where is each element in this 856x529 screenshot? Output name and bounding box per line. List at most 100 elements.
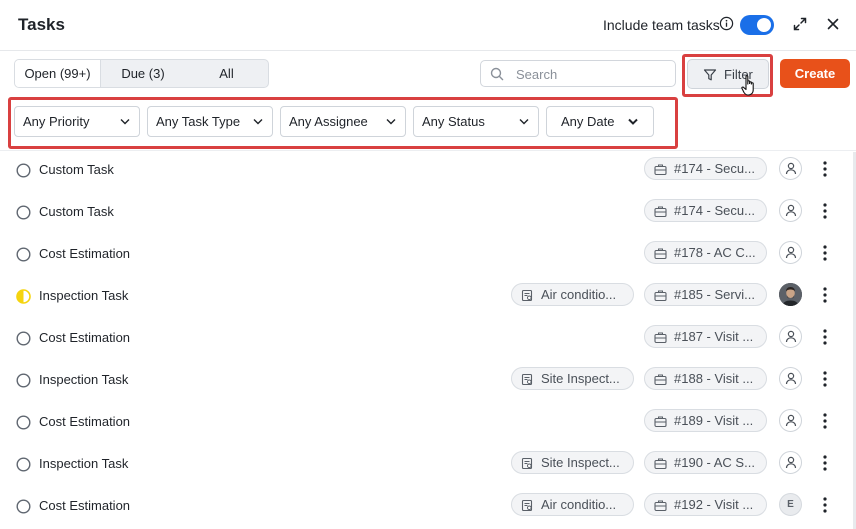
- user-icon: [785, 372, 797, 385]
- asset-chip[interactable]: Site Inspect...: [511, 451, 634, 474]
- search-placeholder: Search: [516, 67, 558, 82]
- status-circle-icon[interactable]: [16, 499, 31, 514]
- work-order-chip[interactable]: #174 - Secu...: [644, 199, 767, 222]
- work-order-chip[interactable]: #189 - Visit ...: [644, 409, 767, 432]
- briefcase-icon: [654, 500, 667, 512]
- status-circle-icon[interactable]: [16, 163, 31, 178]
- task-name: Custom Task: [39, 162, 114, 177]
- more-options-icon[interactable]: [818, 328, 832, 346]
- clipboard-search-icon: [521, 499, 533, 512]
- assignee-avatar[interactable]: [779, 451, 802, 474]
- work-order-chip[interactable]: #187 - Visit ...: [644, 325, 767, 348]
- assignee-avatar[interactable]: [779, 283, 802, 306]
- status-circle-icon[interactable]: [16, 331, 31, 346]
- assignee-avatar[interactable]: [779, 241, 802, 264]
- assignee-avatar[interactable]: [779, 367, 802, 390]
- expand-icon[interactable]: [792, 16, 808, 32]
- page-title: Tasks: [18, 15, 65, 34]
- more-options-icon[interactable]: [818, 160, 832, 178]
- work-order-chip[interactable]: #190 - AC S...: [644, 451, 767, 474]
- more-options-icon[interactable]: [818, 202, 832, 220]
- more-options-icon[interactable]: [818, 454, 832, 472]
- work-order-chip[interactable]: #192 - Visit ...: [644, 493, 767, 516]
- tab-due[interactable]: Due (3): [101, 60, 185, 87]
- task-row[interactable]: Custom Task #174 - Secu...: [0, 191, 856, 233]
- panel-header: Tasks Include team tasks: [0, 0, 856, 51]
- more-options-icon[interactable]: [818, 370, 832, 388]
- task-name: Custom Task: [39, 204, 114, 219]
- asset-chip-label: Site Inspect...: [541, 371, 620, 386]
- status-circle-icon[interactable]: [16, 247, 31, 262]
- assignee-avatar[interactable]: [779, 409, 802, 432]
- task-name: Cost Estimation: [39, 414, 131, 429]
- briefcase-icon: [654, 332, 667, 344]
- asset-chip-label: Site Inspect...: [541, 455, 620, 470]
- status-circle-icon[interactable]: [16, 415, 31, 430]
- search-icon: [490, 67, 504, 81]
- caret-down-icon: [628, 118, 638, 125]
- work-order-chip-label: #174 - Secu...: [674, 203, 755, 218]
- briefcase-icon: [654, 164, 667, 176]
- task-row[interactable]: Cost Estimation Air conditio... #192 - Vis…: [0, 485, 856, 527]
- toggle-knob: [757, 18, 771, 32]
- info-icon[interactable]: [719, 16, 734, 31]
- task-row[interactable]: Inspection Task Air conditio... #185 - Ser…: [0, 275, 856, 317]
- create-button[interactable]: Create: [780, 59, 850, 88]
- status-circle-icon[interactable]: [16, 205, 31, 220]
- briefcase-icon: [654, 458, 667, 470]
- team-tasks-label: Include team tasks: [603, 17, 720, 33]
- task-row[interactable]: Cost Estimation #178 - AC C...: [0, 233, 856, 275]
- work-order-chip[interactable]: #188 - Visit ...: [644, 367, 767, 390]
- task-name: Cost Estimation: [39, 498, 131, 513]
- work-order-chip[interactable]: #174 - Secu...: [644, 157, 767, 180]
- task-row[interactable]: Cost Estimation #189 - Visit ...: [0, 401, 856, 443]
- asset-chip-label: Air conditio...: [541, 287, 617, 302]
- avatar-photo: [779, 283, 802, 306]
- briefcase-icon: [654, 290, 667, 302]
- chevron-down-icon: [386, 119, 396, 125]
- task-name: Inspection Task: [39, 288, 129, 303]
- task-row[interactable]: Custom Task #174 - Secu...: [0, 149, 856, 191]
- more-options-icon[interactable]: [818, 496, 832, 514]
- work-order-chip-label: #190 - AC S...: [674, 455, 755, 470]
- dropdown-label: Any Task Type: [156, 114, 241, 129]
- avatar-initial: E: [787, 499, 794, 510]
- tab-open[interactable]: Open (99+): [15, 60, 101, 87]
- asset-chip[interactable]: Site Inspect...: [511, 367, 634, 390]
- priority-filter-dropdown[interactable]: Any Priority: [14, 106, 140, 137]
- asset-chip[interactable]: Air conditio...: [511, 283, 634, 306]
- task-name: Cost Estimation: [39, 330, 131, 345]
- assignee-avatar[interactable]: [779, 199, 802, 222]
- task-row[interactable]: Cost Estimation #187 - Visit ...: [0, 317, 856, 359]
- status-circle-icon[interactable]: [16, 457, 31, 472]
- task-name: Cost Estimation: [39, 246, 131, 261]
- status-circle-icon[interactable]: [16, 289, 31, 304]
- date-filter-dropdown[interactable]: Any Date: [546, 106, 654, 137]
- task-tabs: Open (99+) Due (3) All: [14, 59, 269, 88]
- assignee-avatar[interactable]: [779, 325, 802, 348]
- task-row[interactable]: Inspection Task Site Inspect... #190 - AC …: [0, 443, 856, 485]
- briefcase-icon: [654, 206, 667, 218]
- status-filter-dropdown[interactable]: Any Status: [413, 106, 539, 137]
- more-options-icon[interactable]: [818, 286, 832, 304]
- tab-all[interactable]: All: [185, 60, 268, 87]
- task-row[interactable]: Inspection Task Site Inspect... #188 - Vis…: [0, 359, 856, 401]
- more-options-icon[interactable]: [818, 244, 832, 262]
- assignee-avatar[interactable]: E: [779, 493, 802, 516]
- search-input[interactable]: Search: [480, 60, 676, 87]
- assignee-filter-dropdown[interactable]: Any Assignee: [280, 106, 406, 137]
- chevron-down-icon: [519, 119, 529, 125]
- work-order-chip[interactable]: #178 - AC C...: [644, 241, 767, 264]
- dropdown-label: Any Status: [422, 114, 485, 129]
- more-options-icon[interactable]: [818, 412, 832, 430]
- dropdown-label: Any Date: [561, 114, 615, 129]
- close-icon[interactable]: [825, 16, 841, 32]
- asset-chip[interactable]: Air conditio...: [511, 493, 634, 516]
- team-tasks-toggle[interactable]: [740, 15, 774, 35]
- status-circle-icon[interactable]: [16, 373, 31, 388]
- assignee-avatar[interactable]: [779, 157, 802, 180]
- work-order-chip-label: #174 - Secu...: [674, 161, 755, 176]
- task-type-filter-dropdown[interactable]: Any Task Type: [147, 106, 273, 137]
- work-order-chip-label: #185 - Servi...: [674, 287, 755, 302]
- work-order-chip[interactable]: #185 - Servi...: [644, 283, 767, 306]
